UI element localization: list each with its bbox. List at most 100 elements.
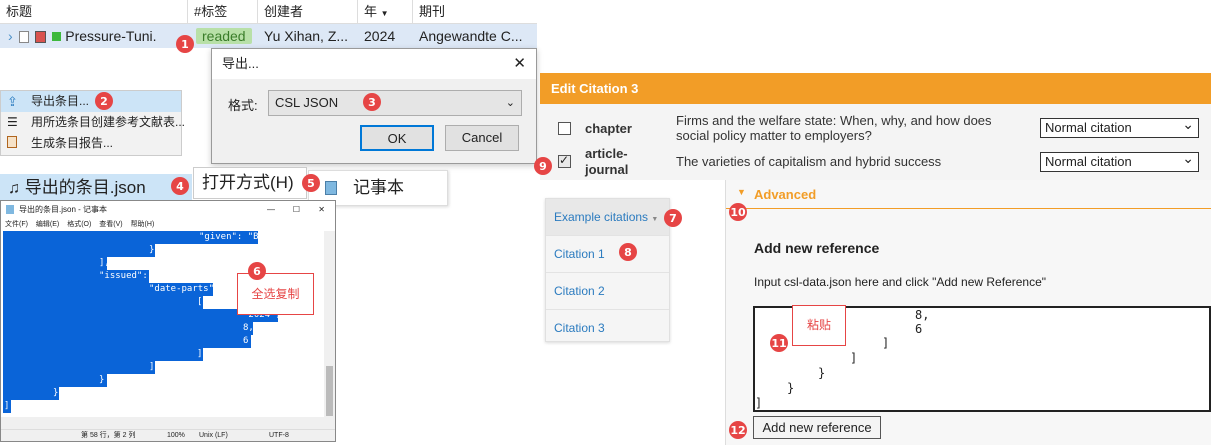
- row-creator-cell: Yu Xihan, Z...: [264, 28, 349, 44]
- text-line: "given": "Bo": [3, 231, 269, 244]
- textarea-line: }: [818, 366, 826, 380]
- dialog-titlebar: 导出... ✕: [212, 49, 536, 79]
- menu-item-export[interactable]: ⇪ 导出条目...: [1, 91, 181, 112]
- notepad-statusbar: 第 58 行，第 2 列 100% Unix (LF) UTF-8: [1, 429, 335, 441]
- textarea-line: ]: [882, 336, 890, 350]
- text-line: 8,: [3, 322, 254, 335]
- green-tag-icon: [52, 32, 62, 41]
- sidebar-item-citation-3[interactable]: Citation 3: [546, 310, 669, 347]
- sort-down-icon: ▼: [380, 9, 389, 18]
- ok-button[interactable]: OK: [360, 125, 434, 151]
- format-label: 格式:: [228, 98, 258, 113]
- textarea-line: ]: [850, 351, 858, 365]
- step-marker-11: 11: [770, 334, 788, 352]
- menu-item-export-label: 导出条目...: [31, 94, 90, 108]
- text-line: "issued": {: [3, 270, 159, 283]
- column-title[interactable]: 标题: [0, 0, 188, 24]
- open-with-menu-item[interactable]: 打开方式(H): [193, 167, 307, 199]
- menu-item-report[interactable]: 生成条目报告...: [1, 133, 181, 154]
- citation-mode-select[interactable]: Normal citation: [1040, 115, 1199, 138]
- row-tag-cell: readed: [188, 24, 258, 48]
- item-type: chapter: [585, 121, 632, 136]
- advanced-divider: [726, 208, 1211, 209]
- context-menu: ⇪ 导出条目... ☰ 用所选条目创建参考文献表... 生成条目报告...: [0, 90, 185, 156]
- notepad-label: 记事本: [353, 178, 404, 197]
- textarea-line: ]: [755, 396, 763, 410]
- notepad-text-area[interactable]: "given": "Bo" } ], "issued": { "date-par…: [3, 231, 325, 429]
- menu-view[interactable]: 查看(V): [99, 221, 122, 228]
- menu-format[interactable]: 格式(O): [67, 221, 91, 228]
- encoding: UTF-8: [269, 432, 289, 439]
- scrollbar-thumb[interactable]: [326, 366, 333, 416]
- checkmark-icon: ✓: [559, 153, 570, 167]
- cancel-button[interactable]: Cancel: [445, 125, 519, 151]
- notepad-icon: [325, 181, 337, 195]
- edit-citation-header: Edit Citation 3: [540, 73, 1211, 104]
- step-marker-8: 8: [619, 243, 637, 261]
- step-marker-7: 7: [664, 209, 682, 227]
- sidebar-item-citation-1[interactable]: Citation 1: [546, 236, 669, 273]
- minimize-icon[interactable]: —: [267, 201, 275, 219]
- text-line: ],: [3, 257, 110, 270]
- file-item[interactable]: ♫ 导出的条目.json: [0, 174, 192, 202]
- text-line: 6: [3, 335, 251, 348]
- column-year-label: 年: [364, 4, 378, 19]
- add-reference-heading: Add new reference: [754, 240, 880, 256]
- dialog-title: 导出...: [222, 56, 259, 71]
- text-line: ]: [3, 400, 11, 413]
- caret-down-icon: ▼: [651, 216, 659, 223]
- step-marker-1: 1: [176, 35, 194, 53]
- citation-sidebar: Example citations ▼ Citation 1 Citation …: [545, 198, 670, 342]
- table-row[interactable]: › Pressure-Tuni. readed Yu Xihan, Z... 2…: [0, 24, 537, 48]
- step-marker-2: 2: [95, 92, 113, 110]
- citation-item-row: chapter Firms and the welfare state: Whe…: [540, 110, 1211, 144]
- example-citations-label: Example citations: [554, 210, 649, 224]
- notepad-app-icon: [6, 205, 14, 214]
- advanced-toggle[interactable]: Advanced: [754, 187, 816, 202]
- text-line: ]: [3, 361, 155, 374]
- expand-chevron-icon[interactable]: ›: [8, 28, 13, 44]
- step-marker-4: 4: [171, 177, 189, 195]
- column-tags[interactable]: #标签: [188, 0, 258, 24]
- report-icon: [7, 136, 17, 148]
- line-ending: Unix (LF): [199, 432, 228, 439]
- notepad-menubar: 文件(F) 编辑(E) 格式(O) 查看(V) 帮助(H): [1, 219, 335, 231]
- close-icon[interactable]: ✕: [318, 201, 325, 219]
- citation-checkbox[interactable]: ✓: [558, 153, 571, 168]
- text-line: }: [3, 387, 59, 400]
- list-icon: ☰: [7, 115, 18, 129]
- menu-item-bibliography[interactable]: ☰ 用所选条目创建参考文献表...: [1, 112, 185, 133]
- caret-down-icon: ▼: [737, 187, 746, 197]
- citation-mode-select[interactable]: Normal citation: [1040, 149, 1199, 172]
- add-new-reference-button[interactable]: Add new reference: [753, 416, 881, 439]
- notepad-title: 导出的条目.json - 记事本: [19, 205, 108, 214]
- sidebar-item-citation-2[interactable]: Citation 2: [546, 273, 669, 310]
- textarea-line: 6: [915, 322, 923, 336]
- step-marker-10: 10: [729, 203, 747, 221]
- format-select[interactable]: CSL JSON ⌄: [268, 90, 522, 116]
- menu-help[interactable]: 帮助(H): [131, 221, 155, 228]
- document-icon: [18, 31, 29, 43]
- column-creator[interactable]: 创建者: [258, 0, 358, 24]
- book-icon: [35, 31, 47, 43]
- horizontal-scrollbar[interactable]: [1, 417, 325, 429]
- text-line: [: [3, 296, 203, 309]
- menu-edit[interactable]: 编辑(E): [36, 221, 59, 228]
- column-journal[interactable]: 期刊: [413, 0, 537, 24]
- maximize-icon[interactable]: ☐: [293, 201, 300, 219]
- row-year-cell: 2024: [364, 28, 396, 44]
- row-title-text: Pressure-Tuni.: [65, 28, 157, 44]
- menu-item-report-label: 生成条目报告...: [31, 136, 114, 150]
- item-type: article-journal: [585, 146, 629, 177]
- text-line: }: [3, 374, 107, 387]
- vertical-scrollbar[interactable]: [324, 231, 335, 429]
- text-line: "date-parts": [: [3, 283, 230, 296]
- notepad-window: 导出的条目.json - 记事本 — ☐ ✕ 文件(F) 编辑(E) 格式(O)…: [0, 200, 336, 442]
- citation-checkbox[interactable]: [558, 122, 571, 135]
- column-year[interactable]: 年 ▼: [358, 0, 413, 24]
- example-citations-dropdown[interactable]: Example citations ▼: [546, 199, 669, 236]
- zoom-level: 100%: [167, 432, 185, 439]
- textarea-line: }: [787, 381, 795, 395]
- menu-file[interactable]: 文件(F): [5, 221, 28, 228]
- close-icon[interactable]: ✕: [513, 49, 526, 79]
